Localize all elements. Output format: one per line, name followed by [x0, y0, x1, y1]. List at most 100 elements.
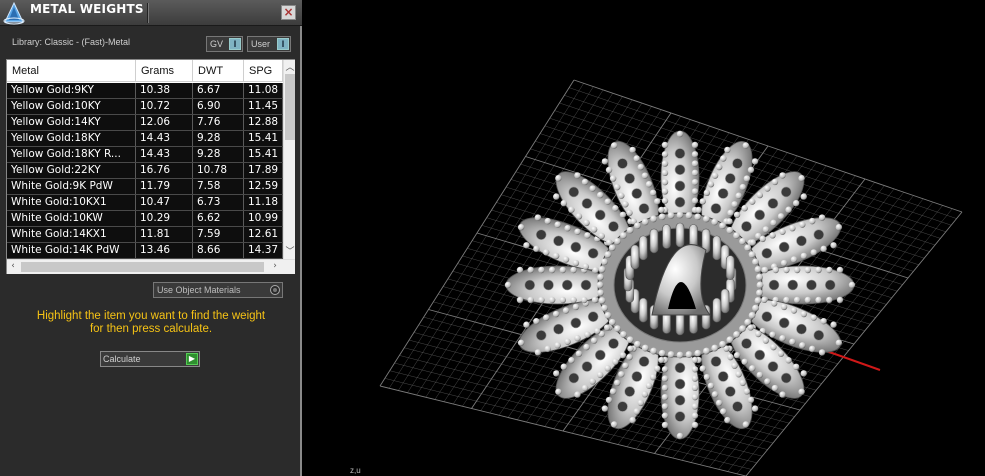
bead: [555, 388, 562, 395]
vertical-scroll-thumb[interactable]: [285, 74, 295, 140]
bead: [779, 228, 786, 235]
user-toggle[interactable]: User I: [247, 36, 291, 52]
petal-hole: [674, 411, 686, 422]
column-header-spg[interactable]: SPG: [244, 60, 283, 82]
bead: [742, 142, 750, 149]
close-button[interactable]: ×: [281, 5, 296, 20]
bead: [608, 244, 616, 252]
bead: [810, 314, 817, 321]
table-row[interactable]: White Gold:10KW 10.29 6.62 10.99: [7, 211, 283, 227]
bead: [735, 371, 742, 378]
metal-table[interactable]: Metal Grams DWT SPG Yellow Gold:9KY 10.38…: [6, 59, 295, 274]
bead: [533, 245, 540, 253]
bead: [685, 212, 693, 219]
bead: [667, 351, 675, 358]
play-icon[interactable]: ▶: [186, 353, 198, 365]
cell-spg: 15.41: [244, 147, 283, 162]
bead: [661, 160, 669, 167]
table-row[interactable]: White Gold:14KX1 11.81 7.59 12.61: [7, 227, 283, 243]
pillar: [638, 235, 648, 261]
vertical-scrollbar[interactable]: ︿ ﹀: [283, 60, 295, 259]
scroll-right-icon[interactable]: ›: [269, 261, 281, 271]
scroll-left-icon[interactable]: ‹: [7, 261, 19, 271]
table-row[interactable]: Yellow Gold:18KY 14.43 9.28 15.41: [7, 131, 283, 147]
horizontal-scroll-thumb[interactable]: [21, 262, 264, 272]
bead: [703, 347, 710, 355]
panel-titlebar[interactable]: METAL WEIGHTS ×: [0, 0, 302, 26]
bead: [610, 142, 618, 149]
radio-icon[interactable]: [270, 285, 280, 295]
bead: [800, 193, 807, 200]
petal-hole: [631, 188, 643, 199]
column-header-metal[interactable]: Metal: [7, 60, 136, 82]
scroll-up-icon[interactable]: ︿: [284, 60, 296, 73]
bead: [800, 252, 808, 260]
bead: [735, 192, 742, 199]
table-header: Metal Grams DWT SPG: [7, 60, 283, 82]
table-row[interactable]: White Gold:10KX1 10.47 6.73 11.18: [7, 195, 283, 211]
bead: [739, 379, 746, 387]
bead: [554, 342, 561, 349]
bead: [559, 296, 567, 304]
table-row[interactable]: Yellow Gold:14KY 12.06 7.76 12.88: [7, 115, 283, 131]
cell-spg: 11.18: [244, 195, 283, 210]
bead: [645, 382, 653, 389]
bead: [605, 396, 613, 404]
app-logo-icon: [3, 1, 25, 25]
bead: [570, 296, 577, 304]
bead: [661, 188, 669, 195]
cell-dwt: 6.90: [193, 99, 244, 114]
table-row[interactable]: Yellow Gold:22KY 16.76 10.78 17.89: [7, 163, 283, 179]
calculate-button[interactable]: Calculate ▶: [100, 351, 200, 367]
bead: [741, 358, 748, 365]
table-row[interactable]: White Gold:9K PdW 11.79 7.58 12.59: [7, 179, 283, 195]
petal-hole: [732, 158, 743, 169]
petal-hole: [732, 401, 743, 412]
bead: [523, 242, 530, 249]
gv-toggle-knob[interactable]: I: [229, 38, 241, 50]
instruction-text: Highlight the item you want to find the …: [6, 310, 296, 336]
bead: [589, 185, 596, 192]
bead: [826, 296, 833, 304]
3d-scene[interactable]: [304, 0, 985, 476]
bead: [661, 151, 669, 158]
cell-grams: 14.43: [136, 147, 193, 162]
user-toggle-knob[interactable]: I: [277, 38, 289, 50]
bead: [538, 266, 545, 274]
table-row[interactable]: Yellow Gold:10KY 10.72 6.90 11.45: [7, 99, 283, 115]
cell-grams: 10.47: [136, 195, 193, 210]
bead: [691, 151, 699, 158]
bead: [645, 181, 653, 188]
table-row[interactable]: Yellow Gold:18KY R... 14.43 9.28 15.41: [7, 147, 283, 163]
bead: [601, 258, 608, 266]
bead: [559, 266, 567, 274]
bead: [798, 388, 805, 395]
bead: [761, 296, 768, 304]
petal-hole: [806, 279, 817, 291]
bead: [517, 224, 525, 231]
bead: [634, 222, 641, 230]
bead: [685, 351, 693, 358]
cell-spg: 10.99: [244, 211, 283, 226]
bead: [804, 266, 812, 274]
cell-grams: 13.46: [136, 243, 193, 258]
bead: [792, 363, 800, 371]
horizontal-scrollbar[interactable]: ‹ ›: [7, 259, 295, 274]
column-header-grams[interactable]: Grams: [136, 60, 193, 82]
bead: [707, 181, 715, 188]
scroll-down-icon[interactable]: ﹀: [284, 244, 296, 257]
use-object-materials-toggle[interactable]: Use Object Materials: [153, 282, 283, 298]
cell-dwt: 6.62: [193, 211, 244, 226]
bead: [703, 373, 711, 381]
column-header-dwt[interactable]: DWT: [193, 60, 244, 82]
table-row[interactable]: Yellow Gold:9KY 10.38 6.67 11.08: [7, 83, 283, 99]
cell-grams: 16.76: [136, 163, 193, 178]
bead: [504, 281, 512, 289]
jewelry-model[interactable]: [504, 130, 856, 440]
bead: [756, 273, 763, 281]
cell-dwt: 8.66: [193, 243, 244, 258]
table-row[interactable]: White Gold:14K PdW 13.46 8.66 14.37: [7, 243, 283, 259]
3d-viewport[interactable]: z,u: [304, 0, 985, 476]
bead: [744, 318, 752, 326]
gv-toggle[interactable]: GV I: [206, 36, 243, 52]
